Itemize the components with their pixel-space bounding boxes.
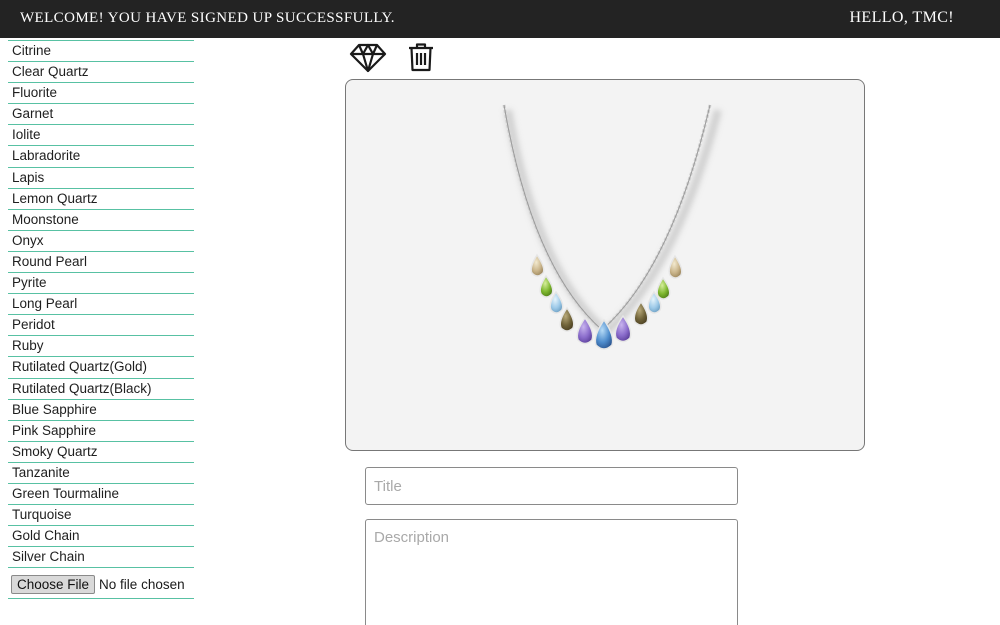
sidebar-item-rutilated-quartz-gold[interactable]: Rutilated Quartz(Gold) (8, 356, 194, 377)
welcome-message: WELCOME! YOU HAVE SIGNED UP SUCCESSFULLY… (20, 10, 395, 26)
sidebar-item-moonstone[interactable]: Moonstone (8, 208, 194, 230)
sidebar-item-smoky-quartz[interactable]: Smoky Quartz (8, 440, 194, 462)
top-bar: WELCOME! YOU HAVE SIGNED UP SUCCESSFULLY… (0, 0, 1000, 38)
sidebar-item-gold-chain[interactable]: Gold Chain (8, 525, 194, 546)
trash-icon[interactable] (408, 43, 434, 72)
description-input[interactable] (365, 519, 738, 625)
sidebar-item-clear-quartz[interactable]: Clear Quartz (8, 61, 194, 82)
title-input[interactable] (365, 467, 738, 505)
sidebar-item-silver-chain[interactable]: Silver Chain (8, 546, 194, 567)
sidebar-item-citrine[interactable]: Citrine (8, 40, 194, 61)
choose-file-button[interactable]: Choose File (11, 575, 96, 595)
file-upload-row: Choose File No file chosen (8, 567, 194, 600)
sidebar-item-labradorite[interactable]: Labradorite (8, 145, 194, 166)
design-canvas[interactable] (345, 79, 865, 451)
sidebar-item-ruby[interactable]: Ruby (8, 335, 194, 356)
sidebar-item-garnet[interactable]: Garnet (8, 103, 194, 124)
sidebar-item-pyrite[interactable]: Pyrite (8, 272, 194, 293)
sidebar-item-fluorite[interactable]: Fluorite (8, 82, 194, 103)
sidebar-item-round-pearl[interactable]: Round Pearl (8, 250, 194, 272)
file-status-text: No file chosen (99, 577, 185, 593)
sidebar-item-long-pearl[interactable]: Long Pearl (8, 293, 194, 314)
sidebar-item-rutilated-quartz-black[interactable]: Rutilated Quartz(Black) (8, 377, 194, 399)
user-greeting[interactable]: HELLO, TMC! (849, 9, 954, 27)
sidebar-item-pink-sapphire[interactable]: Pink Sapphire (8, 419, 194, 441)
sidebar-item-peridot[interactable]: Peridot (8, 314, 194, 335)
sidebar-item-blue-sapphire[interactable]: Blue Sapphire (8, 398, 194, 420)
sidebar-item-lemon-quartz[interactable]: Lemon Quartz (8, 187, 194, 209)
sidebar-item-iolite[interactable]: Iolite (8, 124, 194, 145)
sidebar-item-green-tourmaline[interactable]: Green Tourmaline (8, 482, 194, 504)
sidebar-item-turquoise[interactable]: Turquoise (8, 504, 194, 525)
diamond-icon[interactable] (349, 43, 387, 73)
sidebar-item-tanzanite[interactable]: Tanzanite (8, 461, 194, 483)
sidebar-item-onyx[interactable]: Onyx (8, 229, 194, 251)
sidebar-item-lapis[interactable]: Lapis (8, 166, 194, 188)
necklace-image (502, 104, 722, 350)
gem-sidebar: Citrine Clear Quartz Fluorite Garnet Iol… (8, 40, 194, 600)
